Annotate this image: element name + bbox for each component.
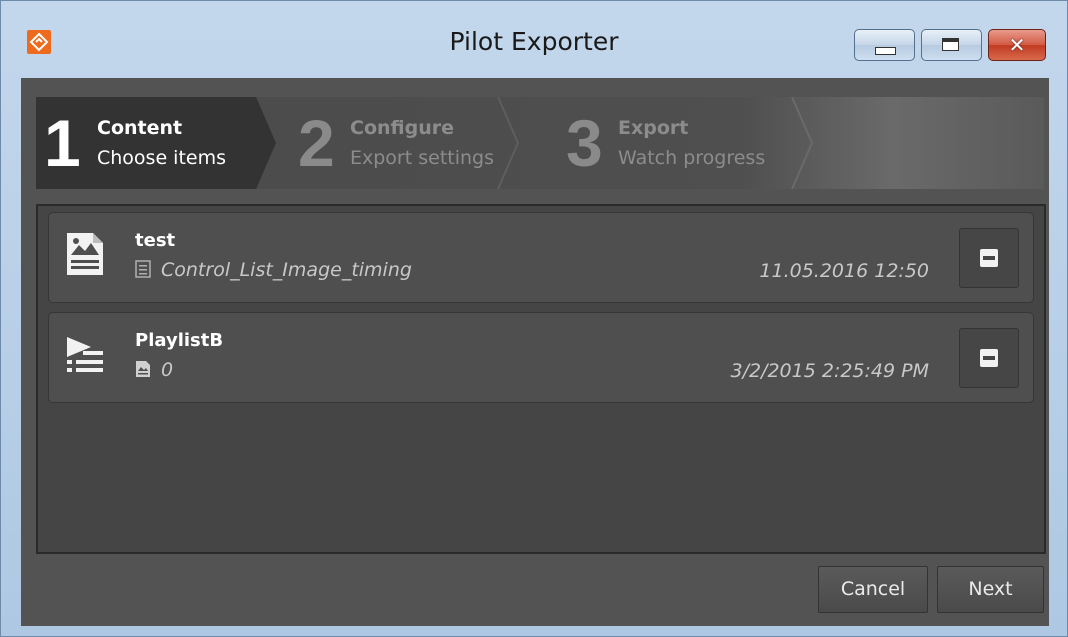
- close-icon: ✕: [1008, 33, 1026, 57]
- step-title: Export: [618, 117, 689, 139]
- cancel-button[interactable]: Cancel: [818, 566, 928, 613]
- step-title: Configure: [350, 117, 454, 139]
- next-button[interactable]: Next: [937, 566, 1044, 613]
- maximize-button[interactable]: [921, 29, 982, 61]
- image-document-icon: [136, 361, 150, 377]
- minus-icon: [980, 349, 998, 367]
- remove-item-button[interactable]: [959, 228, 1019, 288]
- item-name: test: [135, 230, 176, 251]
- dialog-content: 1 Content Choose items 2 Configure Expor…: [21, 78, 1049, 626]
- step-number: 3: [566, 106, 603, 180]
- title-bar[interactable]: Pilot Exporter ✕: [1, 1, 1067, 77]
- wizard-steps: 1 Content Choose items 2 Configure Expor…: [36, 97, 1044, 189]
- remove-item-button[interactable]: [959, 328, 1019, 388]
- close-button[interactable]: ✕: [988, 29, 1046, 61]
- item-date: 11.05.2016 12:50: [759, 260, 929, 282]
- step-title: Content: [97, 117, 183, 139]
- item-detail-text: 0: [161, 359, 174, 381]
- item-date: 3/2/2015 2:25:49 PM: [730, 360, 929, 382]
- list-item[interactable]: test Control_List_Image_timing 11.05.201…: [48, 212, 1034, 303]
- step-configure[interactable]: 2 Configure Export settings: [256, 97, 546, 189]
- list-item[interactable]: PlaylistB 0 3/2/2015 2:25:49 PM: [48, 312, 1034, 403]
- image-document-icon: [67, 233, 103, 275]
- step-subtitle: Export settings: [350, 147, 495, 169]
- step-export[interactable]: 3 Export Watch progress: [526, 97, 826, 189]
- step-number: 2: [298, 106, 335, 180]
- minimize-button[interactable]: [854, 29, 915, 61]
- content-list: test Control_List_Image_timing 11.05.201…: [36, 204, 1046, 554]
- item-detail: 0: [135, 359, 173, 381]
- playlist-icon: [67, 337, 103, 372]
- step-subtitle: Watch progress: [618, 147, 766, 169]
- maximize-icon: [942, 38, 959, 51]
- step-number: 1: [44, 106, 81, 180]
- exporter-window: Pilot Exporter ✕ 1 Content Choose items …: [0, 0, 1068, 637]
- item-detail: Control_List_Image_timing: [135, 259, 412, 281]
- item-name: PlaylistB: [135, 330, 224, 351]
- control-list-icon: [135, 260, 151, 278]
- item-detail-text: Control_List_Image_timing: [161, 259, 412, 281]
- step-content[interactable]: 1 Content Choose items: [36, 97, 276, 189]
- minimize-icon: [875, 47, 896, 55]
- step-subtitle: Choose items: [97, 147, 227, 169]
- minus-icon: [980, 249, 998, 267]
